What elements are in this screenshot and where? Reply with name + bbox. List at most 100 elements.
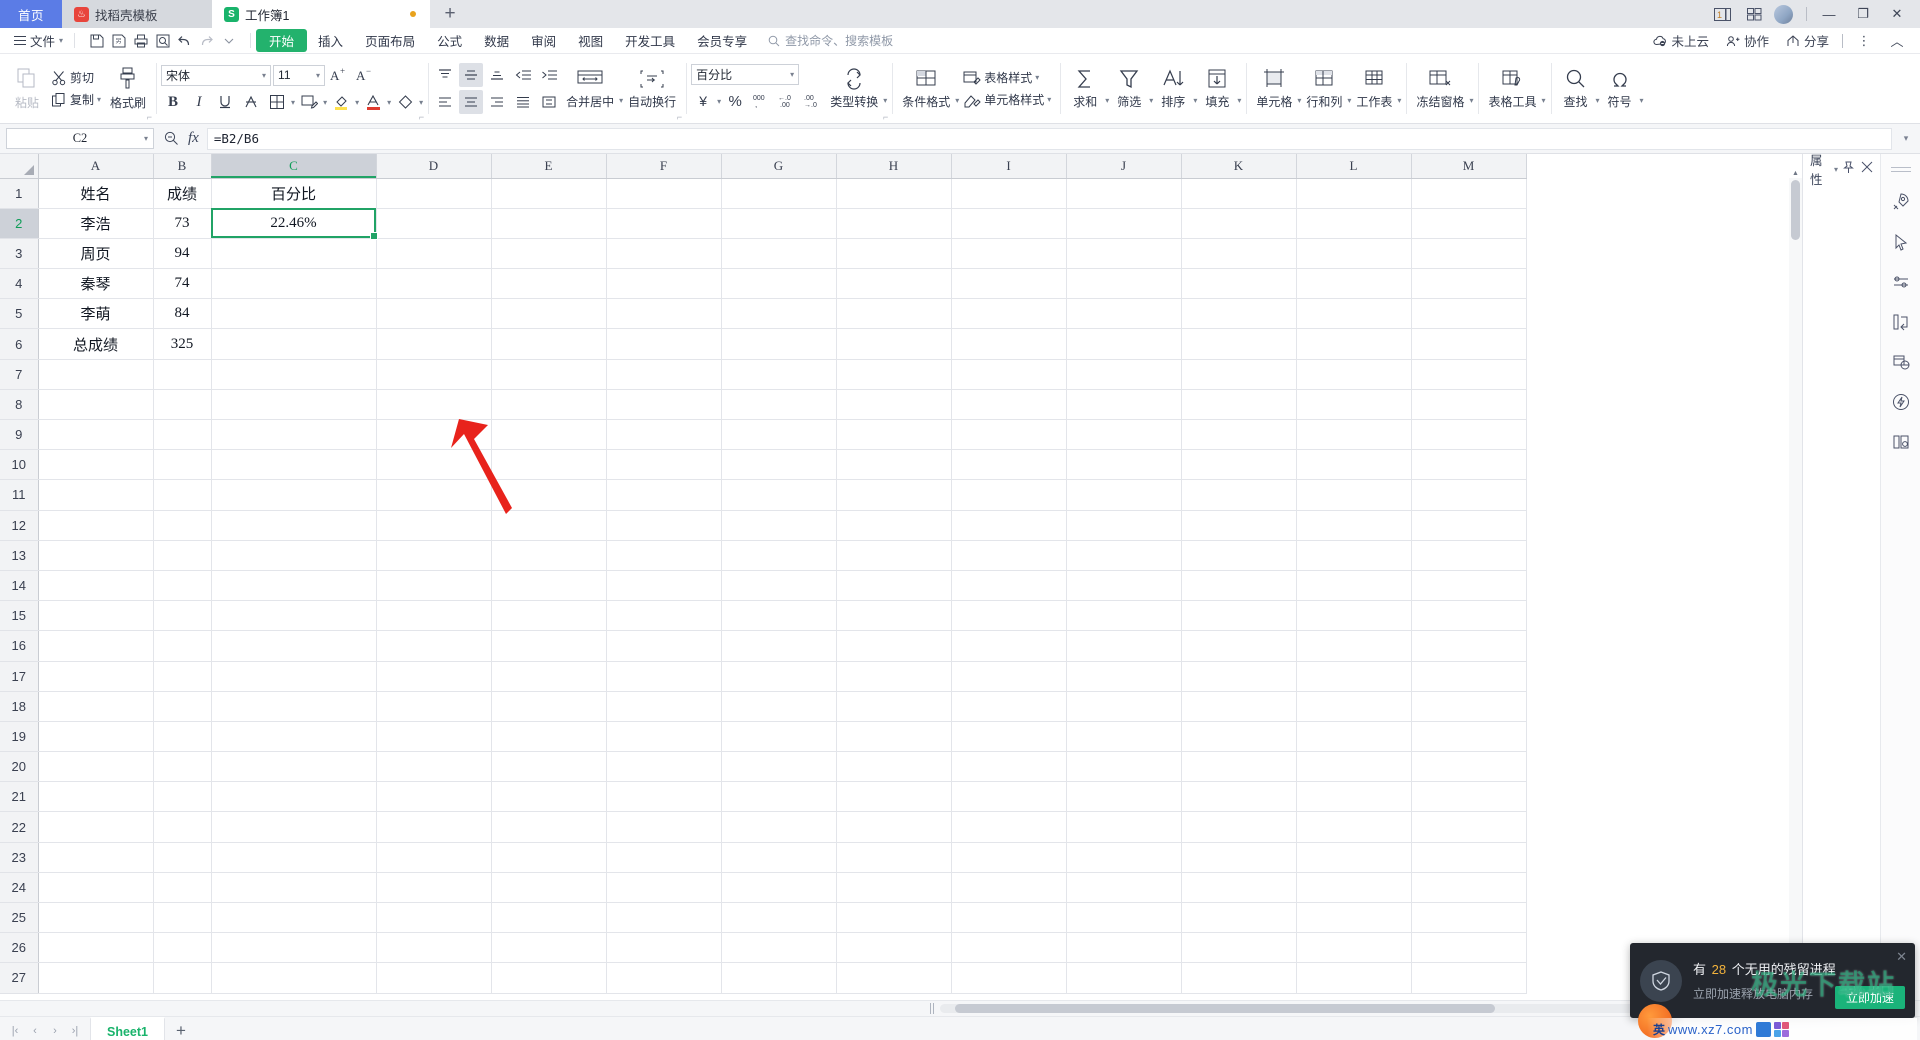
- bold-button[interactable]: B: [161, 90, 185, 114]
- italic-button[interactable]: I: [187, 90, 211, 114]
- cell-D4[interactable]: [376, 268, 492, 300]
- cell-H22[interactable]: [836, 811, 952, 843]
- cell-I18[interactable]: [951, 691, 1067, 722]
- cell-B12[interactable]: [153, 510, 212, 541]
- cell-I13[interactable]: [951, 540, 1067, 571]
- cell-H7[interactable]: [836, 359, 952, 390]
- more-options-icon[interactable]: ⋮: [1849, 28, 1879, 54]
- expand-formula-bar-icon[interactable]: ▾: [1898, 133, 1914, 144]
- column-header-m[interactable]: M: [1411, 154, 1527, 179]
- chevron-down-icon[interactable]: ▾: [1640, 96, 1644, 121]
- cell-G17[interactable]: [721, 661, 837, 692]
- cell-E21[interactable]: [491, 781, 607, 813]
- cell-C26[interactable]: [211, 932, 377, 964]
- cell-A25[interactable]: [37, 902, 154, 934]
- cell-H6[interactable]: [836, 328, 952, 360]
- cell-L9[interactable]: [1296, 419, 1412, 451]
- font-family-select[interactable]: 宋体 ▾: [161, 64, 272, 86]
- cell-L12[interactable]: [1296, 510, 1412, 541]
- cell-I27[interactable]: [951, 962, 1067, 994]
- cell-F4[interactable]: [606, 268, 722, 300]
- column-header-k[interactable]: K: [1181, 154, 1297, 179]
- cell-H20[interactable]: [836, 751, 952, 783]
- cell-A18[interactable]: [37, 691, 154, 722]
- cell-H3[interactable]: [836, 238, 952, 270]
- cell-G11[interactable]: [721, 479, 837, 511]
- cell-H11[interactable]: [836, 479, 952, 511]
- cell-I25[interactable]: [951, 902, 1067, 934]
- chevron-down-icon[interactable]: ▾: [419, 98, 423, 107]
- cell-G22[interactable]: [721, 811, 837, 843]
- cell-I24[interactable]: [951, 872, 1067, 904]
- cell-J1[interactable]: [1066, 178, 1182, 209]
- grid-area[interactable]: A B C D E F G H I J K L M 1 姓名 成绩 百分比 2 李浩 73 22.46% 3 周页 94 4 秦琴…: [0, 154, 1802, 1000]
- close-icon[interactable]: [1861, 161, 1873, 177]
- tab-start[interactable]: 开始: [256, 29, 308, 52]
- percent-format-button[interactable]: %: [723, 89, 747, 113]
- cell-D5[interactable]: [376, 298, 492, 330]
- cell-H1[interactable]: [836, 178, 952, 209]
- cell-E18[interactable]: [491, 691, 607, 722]
- last-sheet-icon[interactable]: ›|: [66, 1021, 84, 1040]
- row-header-20[interactable]: 20: [0, 751, 39, 783]
- cell-H13[interactable]: [836, 540, 952, 571]
- cell-K13[interactable]: [1181, 540, 1297, 571]
- row-header-12[interactable]: 12: [0, 510, 39, 541]
- sort-button[interactable]: 排序: [1153, 56, 1193, 121]
- cell-I22[interactable]: [951, 811, 1067, 843]
- cell-I1[interactable]: [951, 178, 1067, 209]
- row-header-16[interactable]: 16: [0, 630, 39, 662]
- paste-button[interactable]: 粘贴: [7, 56, 47, 121]
- close-button[interactable]: ✕: [1882, 1, 1912, 27]
- rows-cols-button[interactable]: 行和列: [1301, 56, 1347, 121]
- cell-G3[interactable]: [721, 238, 837, 270]
- cell-F27[interactable]: [606, 962, 722, 994]
- cell-I21[interactable]: [951, 781, 1067, 813]
- cell-J5[interactable]: [1066, 298, 1182, 330]
- cell-D24[interactable]: [376, 872, 492, 904]
- cell-B24[interactable]: [153, 872, 212, 904]
- table-row[interactable]: 14: [0, 570, 1527, 602]
- cell-D22[interactable]: [376, 811, 492, 843]
- cell-I4[interactable]: [951, 268, 1067, 300]
- cell-M23[interactable]: [1411, 842, 1527, 873]
- cell-H19[interactable]: [836, 721, 952, 753]
- customize-qat-icon[interactable]: [218, 30, 239, 51]
- cell-E22[interactable]: [491, 811, 607, 843]
- cell-L25[interactable]: [1296, 902, 1412, 934]
- cell-I26[interactable]: [951, 932, 1067, 964]
- table-row[interactable]: 13: [0, 540, 1527, 571]
- table-row[interactable]: 16: [0, 630, 1527, 662]
- cell-A6[interactable]: 总成绩: [37, 328, 154, 360]
- table-style-button[interactable]: 表格样式 ▾: [959, 67, 1055, 88]
- cell-G27[interactable]: [721, 962, 837, 994]
- tab-member[interactable]: 会员专享: [686, 29, 758, 52]
- cell-D13[interactable]: [376, 540, 492, 571]
- cell-C23[interactable]: [211, 842, 377, 873]
- cell-I15[interactable]: [951, 600, 1067, 632]
- cell-D7[interactable]: [376, 359, 492, 390]
- cell-K21[interactable]: [1181, 781, 1297, 813]
- clear-format-button[interactable]: [393, 90, 417, 114]
- cell-button[interactable]: 单元格: [1251, 56, 1297, 121]
- flow-icon[interactable]: [1888, 309, 1914, 335]
- column-header-d[interactable]: D: [376, 154, 492, 179]
- cell-M22[interactable]: [1411, 811, 1527, 843]
- table-row[interactable]: 21: [0, 781, 1527, 813]
- row-header-17[interactable]: 17: [0, 661, 39, 692]
- column-header-b[interactable]: B: [153, 154, 212, 179]
- chevron-down-icon[interactable]: ▾: [387, 98, 391, 107]
- cell-B4[interactable]: 74: [153, 268, 212, 300]
- row-header-15[interactable]: 15: [0, 600, 39, 632]
- cell-M13[interactable]: [1411, 540, 1527, 571]
- cell-F13[interactable]: [606, 540, 722, 571]
- copy-button[interactable]: 复制 ▾: [47, 89, 105, 110]
- cell-D12[interactable]: [376, 510, 492, 541]
- merge-center-button[interactable]: 合并居中: [561, 56, 619, 121]
- cell-M27[interactable]: [1411, 962, 1527, 994]
- cell-L14[interactable]: [1296, 570, 1412, 602]
- cell-F17[interactable]: [606, 661, 722, 692]
- redo-icon[interactable]: [196, 30, 217, 51]
- print-preview-icon[interactable]: [152, 30, 173, 51]
- cell-I12[interactable]: [951, 510, 1067, 541]
